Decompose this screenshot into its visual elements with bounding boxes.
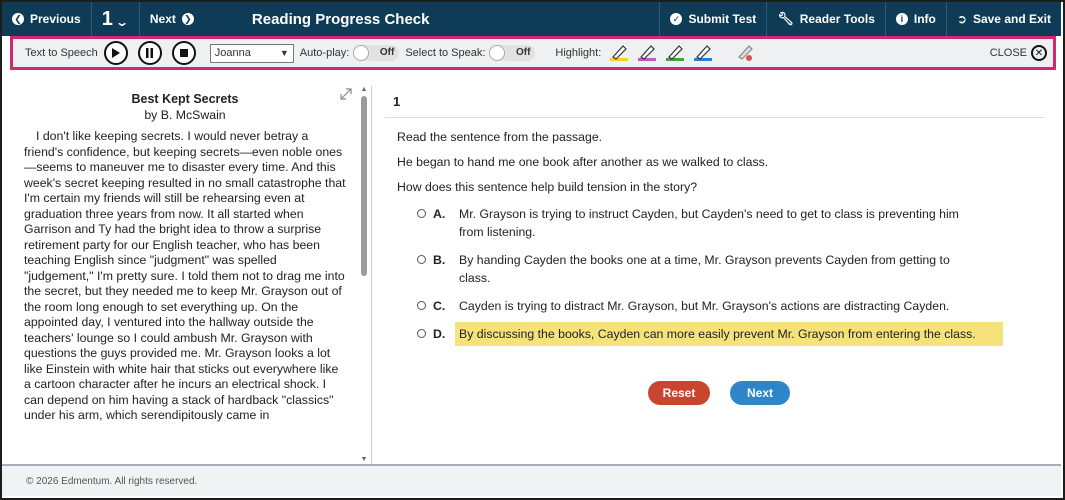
scroll-down-icon[interactable]: ▼ (360, 456, 368, 464)
highlighter-pink-icon[interactable] (637, 44, 657, 62)
toggle-knob (489, 45, 506, 61)
choice-text-highlighted: By discussing the books, Cayden can more… (455, 322, 1003, 346)
choice-letter: B. (433, 253, 446, 267)
highlighter-yellow-icon[interactable] (609, 44, 629, 62)
info-icon: i (895, 13, 908, 25)
prompt-line: Read the sentence from the passage. (397, 130, 603, 144)
reset-button[interactable]: Reset (648, 381, 710, 405)
next-button[interactable]: Next (730, 381, 790, 405)
info-label: Info (913, 12, 936, 26)
previous-label: Previous (30, 12, 81, 26)
choice-text: By handing Cayden the books one at a tim… (459, 253, 950, 285)
passage-pane: Best Kept Secrets by B. McSwain I don't … (2, 86, 372, 464)
autoplay-toggle[interactable]: Off (353, 45, 400, 61)
prompt-question: How does this sentence help build tensio… (397, 180, 698, 194)
submit-test-button[interactable]: ✓ Submit Test (659, 2, 766, 36)
autoplay-state: Off (379, 47, 395, 58)
close-label: CLOSE (989, 47, 1027, 59)
autoplay-label: Auto-play: (299, 47, 350, 59)
play-button[interactable] (103, 41, 128, 65)
passage-body: I don't like keeping secrets. I would ne… (24, 129, 346, 422)
info-button[interactable]: i Info (884, 2, 946, 36)
choice-text: Mr. Grayson is trying to instruct Cayden… (459, 207, 959, 239)
select-to-speak-toggle[interactable]: Off (489, 45, 536, 61)
scroll-up-icon[interactable]: ▲ (360, 86, 368, 94)
passage-author: by B. McSwain (144, 107, 226, 122)
save-exit-button[interactable]: ➲ Save and Exit (945, 2, 1061, 36)
choice-letter: C. (433, 299, 446, 313)
footer: © 2026 Edmentum. All rights reserved. (2, 464, 1061, 496)
passage-title: Best Kept Secrets (131, 92, 239, 106)
wrench-icon: 🔧︎ (777, 11, 794, 26)
submit-test-label: Submit Test (688, 12, 757, 26)
question-actions: Reset Next (648, 381, 790, 405)
toggle-knob (353, 45, 370, 61)
play-icon (112, 48, 121, 58)
voice-value: Joanna (214, 47, 251, 59)
stop-icon (179, 49, 188, 57)
question-prompt: Read the sentence from the passage. He b… (385, 130, 1045, 195)
radio-button[interactable] (417, 301, 426, 310)
choice-b[interactable]: B. By handing Cayden the books one at a … (417, 251, 1045, 287)
choice-letter: D. (433, 327, 446, 341)
reader-tools-button[interactable]: 🔧︎ Reader Tools (766, 2, 885, 36)
previous-button[interactable]: ❮ Previous (2, 2, 91, 36)
choice-a[interactable]: A. Mr. Grayson is trying to instruct Cay… (417, 205, 1045, 241)
passage-scrollbar[interactable]: ▲ ▼ (360, 86, 368, 464)
save-exit-label: Save and Exit (972, 12, 1051, 26)
chevron-down-icon: ⌄ (114, 15, 129, 29)
expand-icon[interactable] (338, 86, 354, 102)
reader-tools-label: Reader Tools (799, 12, 875, 26)
choice-letter: A. (433, 207, 446, 221)
prompt-quote: He began to hand me one book after anoth… (397, 155, 769, 169)
choice-c[interactable]: C. Cayden is trying to distract Mr. Gray… (417, 297, 1045, 315)
close-toolbar-button[interactable]: CLOSE ✕ (990, 45, 1053, 61)
highlighter-blue-icon[interactable] (693, 44, 713, 62)
check-circle-icon: ✓ (670, 13, 683, 25)
next-label: Next (149, 12, 176, 26)
sign-out-icon: ➲ (956, 12, 967, 26)
choice-d[interactable]: D. By discussing the books, Cayden can m… (417, 322, 1045, 346)
question-selector[interactable]: 1 ⌄ (90, 2, 139, 36)
copyright-text: © 2026 Edmentum. All rights reserved. (26, 475, 198, 487)
select-to-speak-label: Select to Speak: (405, 47, 486, 59)
chevron-left-icon: ❮ (12, 13, 24, 25)
pause-icon (146, 48, 154, 58)
next-question-button[interactable]: Next ❯ (138, 2, 204, 36)
question-number: 1 (385, 86, 1045, 118)
eraser-icon[interactable] (735, 44, 755, 62)
choice-text: Cayden is trying to distract Mr. Grayson… (459, 299, 950, 313)
question-pane: 1 Read the sentence from the passage. He… (385, 86, 1045, 464)
page-title: Reading Progress Check (251, 10, 430, 28)
radio-button[interactable] (417, 255, 426, 264)
tts-label: Text to Speech (25, 47, 98, 59)
stop-button[interactable] (171, 41, 196, 65)
highlighter-green-icon[interactable] (665, 44, 685, 62)
select-to-speak-state: Off (515, 47, 531, 58)
chevron-down-icon: ▼ (279, 48, 289, 58)
radio-button[interactable] (417, 329, 426, 338)
scroll-thumb[interactable] (361, 96, 367, 276)
voice-select[interactable]: Joanna ▼ (209, 43, 294, 63)
close-icon: ✕ (1031, 45, 1047, 61)
question-number: 1 (101, 7, 113, 30)
top-bar: ❮ Previous 1 ⌄ Next ❯ Reading Progress C… (2, 2, 1061, 36)
answer-choices: A. Mr. Grayson is trying to instruct Cay… (385, 205, 1045, 346)
chevron-right-icon: ❯ (181, 13, 194, 25)
pause-button[interactable] (137, 41, 162, 65)
radio-button[interactable] (417, 209, 426, 218)
passage-content: Best Kept Secrets by B. McSwain I don't … (24, 92, 346, 424)
highlight-label: Highlight: (555, 47, 602, 59)
reader-toolbar: Text to Speech Joanna ▼ Auto-play: Off S… (10, 36, 1056, 70)
